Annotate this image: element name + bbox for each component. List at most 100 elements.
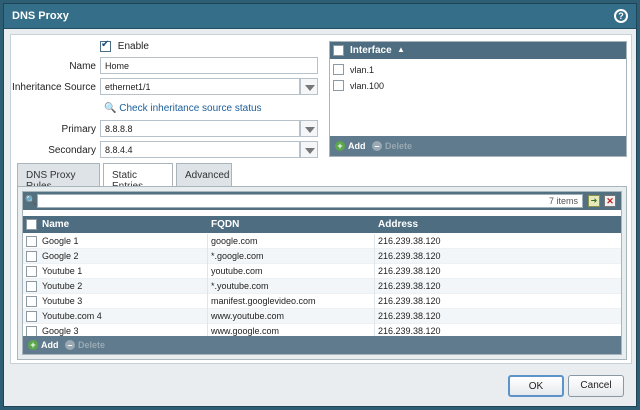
table-header: Name FQDN Address (23, 216, 621, 233)
interface-row[interactable]: vlan.1 (330, 62, 626, 77)
inheritance-source-select[interactable]: ethernet1/1 (100, 78, 300, 95)
static-entries-toolbar: + Add – Delete (23, 336, 621, 354)
interface-delete-button[interactable]: – Delete (372, 141, 412, 151)
column-separator (374, 294, 375, 309)
interface-row[interactable]: vlan.100 (330, 78, 626, 93)
interface-header[interactable]: Interface ▲ (330, 42, 626, 59)
primary-label: Primary (61, 124, 96, 135)
cell-address: 216.239.38.120 (378, 236, 441, 246)
table-row[interactable]: Youtube 1 youtube.com 216.239.38.120 (23, 264, 621, 279)
search-bar: 🔍 7 items ➜ ✕ (23, 192, 621, 210)
sort-asc-icon: ▲ (397, 45, 405, 54)
row-checkbox[interactable] (26, 296, 37, 307)
interface-checkbox[interactable] (333, 64, 344, 75)
table-row[interactable]: Google 1 google.com 216.239.38.120 (23, 234, 621, 249)
check-inheritance-link[interactable]: 🔍 Check inheritance source status (104, 103, 262, 114)
row-checkbox[interactable] (26, 266, 37, 277)
interface-checkbox[interactable] (333, 80, 344, 91)
plus-icon: + (335, 141, 345, 151)
cell-fqdn: *.youtube.com (211, 281, 269, 291)
interface-name: vlan.1 (350, 65, 375, 75)
enable-checkbox[interactable] (100, 39, 111, 52)
cell-name: Google 3 (42, 326, 79, 336)
column-separator (374, 264, 375, 279)
column-separator (207, 234, 208, 249)
column-separator (374, 309, 375, 324)
cell-fqdn: *.google.com (211, 251, 264, 261)
plus-icon: + (28, 340, 38, 350)
cell-address: 216.239.38.120 (378, 296, 441, 306)
cell-name: Youtube 2 (42, 281, 83, 291)
column-separator (374, 279, 375, 294)
inheritance-source-label: Inheritance Source (12, 82, 96, 93)
cell-name: Google 2 (42, 251, 79, 261)
apply-filter-icon[interactable]: ➜ (588, 195, 600, 207)
table-row[interactable]: Youtube.com 4 www.youtube.com 216.239.38.1… (23, 309, 621, 324)
cell-address: 216.239.38.120 (378, 281, 441, 291)
cell-name: Youtube 3 (42, 296, 83, 306)
column-fqdn[interactable]: FQDN (211, 219, 239, 230)
inheritance-source-dropdown-icon[interactable] (300, 78, 318, 95)
tab-dns-proxy-rules[interactable]: DNS Proxy Rules (17, 163, 100, 192)
primary-field[interactable]: 8.8.8.8 (100, 120, 300, 137)
interface-panel: Interface ▲ vlan.1 vlan.100 + Add – Delete (329, 41, 627, 157)
interface-name: vlan.100 (350, 81, 385, 91)
column-name[interactable]: Name (42, 219, 69, 230)
cell-fqdn: manifest.googlevideo.com (211, 296, 316, 306)
row-checkbox[interactable] (26, 251, 37, 262)
search-icon: 🔍 (25, 195, 37, 205)
secondary-field[interactable]: 8.8.4.4 (100, 141, 300, 158)
cell-address: 216.239.38.120 (378, 266, 441, 276)
cell-name: Youtube 1 (42, 266, 83, 276)
ok-button[interactable]: OK (508, 375, 564, 397)
cell-fqdn: youtube.com (211, 266, 263, 276)
clear-filter-icon[interactable]: ✕ (604, 195, 616, 207)
column-separator (207, 279, 208, 294)
cell-address: 216.239.38.120 (378, 251, 441, 261)
column-separator (207, 264, 208, 279)
cell-address: 216.239.38.120 (378, 326, 441, 336)
title-bar: DNS Proxy ? (4, 4, 636, 29)
table-row[interactable]: Youtube 3 manifest.googlevideo.com 216.239… (23, 294, 621, 309)
static-entry-add-button[interactable]: + Add (28, 340, 59, 350)
static-entry-delete-button[interactable]: – Delete (65, 340, 105, 350)
cancel-button[interactable]: Cancel (568, 375, 624, 397)
column-separator (207, 309, 208, 324)
cell-address: 216.239.38.120 (378, 311, 441, 321)
dialog-content: Enable Name Home Inheritance Source ethe… (10, 34, 632, 364)
row-checkbox[interactable] (26, 236, 37, 247)
cell-fqdn: www.google.com (211, 326, 280, 336)
column-separator (207, 249, 208, 264)
name-field[interactable]: Home (100, 57, 318, 74)
cell-fqdn: google.com (211, 236, 258, 246)
primary-dropdown-icon[interactable] (300, 120, 318, 137)
column-separator (374, 234, 375, 249)
cell-name: Google 1 (42, 236, 79, 246)
secondary-label: Secondary (48, 145, 96, 156)
help-icon[interactable]: ? (614, 9, 628, 23)
tab-advanced[interactable]: Advanced (176, 163, 232, 186)
table-row[interactable]: Google 2 *.google.com 216.239.38.120 (23, 249, 621, 264)
enable-row: Enable (100, 39, 149, 53)
search-input[interactable]: 7 items (37, 194, 583, 208)
column-separator (374, 249, 375, 264)
table-row[interactable]: Youtube 2 *.youtube.com 216.239.38.120 (23, 279, 621, 294)
magnifier-icon: 🔍 (104, 103, 117, 114)
interface-add-button[interactable]: + Add (335, 141, 366, 151)
dialog-title: DNS Proxy (12, 10, 69, 22)
cell-name: Youtube.com 4 (42, 311, 102, 321)
minus-icon: – (65, 340, 75, 350)
column-address[interactable]: Address (378, 219, 418, 230)
row-checkbox[interactable] (26, 281, 37, 292)
column-separator (207, 294, 208, 309)
row-checkbox[interactable] (26, 311, 37, 322)
select-all-interfaces-checkbox[interactable] (333, 45, 344, 56)
enable-label: Enable (117, 41, 149, 53)
interface-column-label: Interface (350, 45, 392, 56)
static-entries-table: 🔍 7 items ➜ ✕ Name FQDN Address Google 1… (22, 191, 622, 355)
select-all-checkbox[interactable] (26, 219, 37, 230)
tab-static-entries[interactable]: Static Entries (103, 163, 173, 192)
name-label: Name (69, 61, 96, 72)
secondary-dropdown-icon[interactable] (300, 141, 318, 158)
interface-toolbar: + Add – Delete (330, 136, 626, 156)
